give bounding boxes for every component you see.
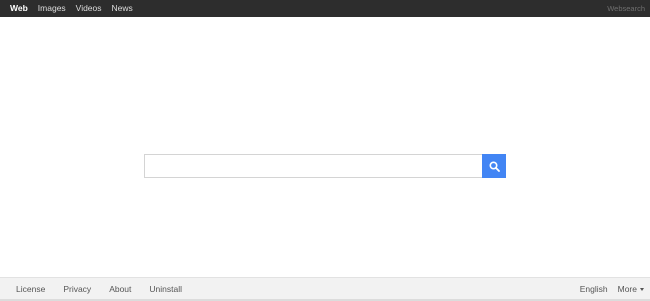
caret-down-icon — [640, 287, 644, 291]
search-input[interactable] — [144, 154, 482, 178]
footer-links: License Privacy About Uninstall — [16, 278, 200, 300]
footer-link-privacy[interactable]: Privacy — [63, 284, 91, 294]
top-nav-links: Web Images Videos News — [0, 0, 138, 17]
language-link[interactable]: English — [580, 284, 608, 294]
footer-link-about[interactable]: About — [109, 284, 131, 294]
nav-link-images[interactable]: Images — [33, 0, 71, 17]
search-button[interactable] — [482, 154, 506, 178]
footer-bar: License Privacy About Uninstall English … — [0, 277, 650, 300]
more-label: More — [617, 284, 637, 294]
more-dropdown[interactable]: More — [618, 284, 644, 294]
search-bar — [144, 154, 506, 178]
footer-link-license[interactable]: License — [16, 284, 45, 294]
nav-link-news[interactable]: News — [107, 0, 138, 17]
footer-right: English More — [570, 278, 644, 300]
nav-link-videos[interactable]: Videos — [71, 0, 107, 17]
brand-label: Websearch — [607, 4, 645, 13]
nav-link-web[interactable]: Web — [0, 0, 33, 17]
top-navigation-bar: Web Images Videos News Websearch — [0, 0, 650, 17]
search-icon — [488, 160, 500, 172]
footer-link-uninstall[interactable]: Uninstall — [149, 284, 182, 294]
